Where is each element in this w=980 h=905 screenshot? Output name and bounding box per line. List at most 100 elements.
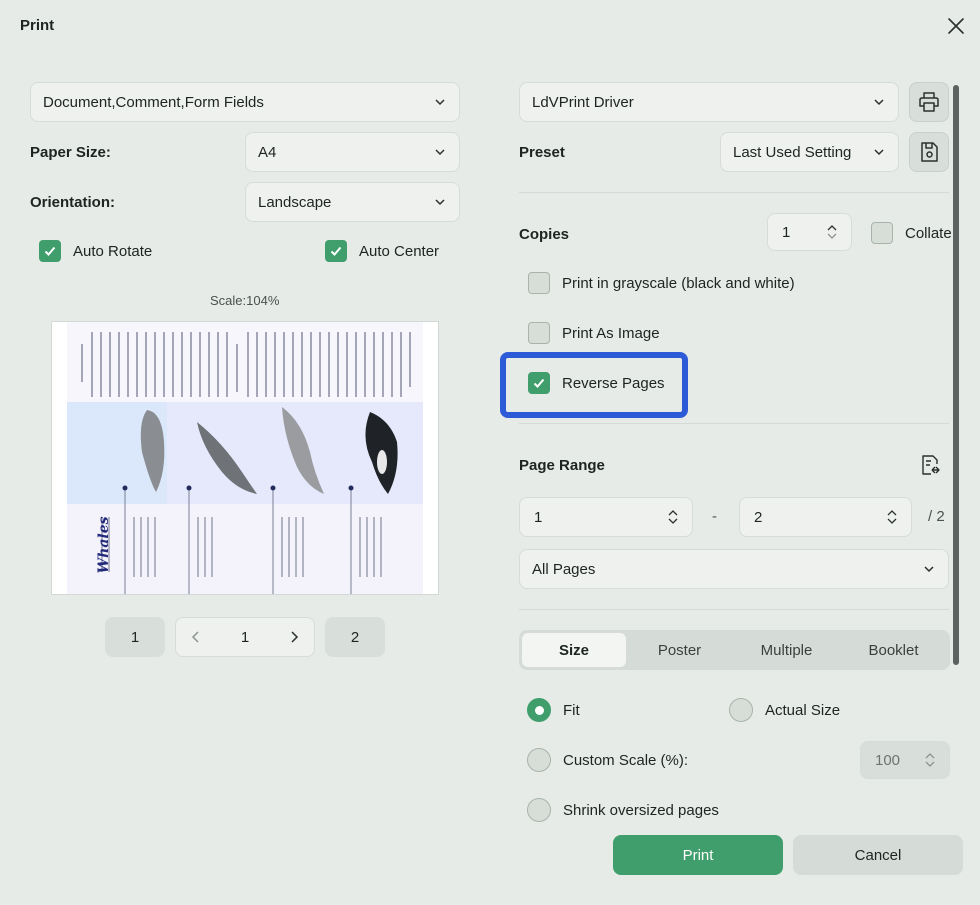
chevron-down-icon <box>924 566 934 573</box>
focus-highlight <box>500 352 688 418</box>
pages-select[interactable]: All Pages <box>519 549 949 589</box>
chevron-down-icon[interactable] <box>668 518 678 525</box>
page-navigator: 1 <box>175 617 315 657</box>
range-from-stepper[interactable]: 1 <box>519 497 693 537</box>
fit-radio[interactable]: Fit <box>527 698 580 722</box>
printer-select[interactable]: LdVPrint Driver <box>519 82 899 122</box>
close-button[interactable] <box>941 11 971 41</box>
page-range-button[interactable] <box>912 447 948 483</box>
save-preset-button[interactable] <box>909 132 949 172</box>
radio-circle <box>527 798 551 822</box>
chevron-down-icon[interactable] <box>827 233 837 240</box>
shrink-radio[interactable]: Shrink oversized pages <box>527 798 719 822</box>
actual-size-radio[interactable]: Actual Size <box>729 698 840 722</box>
range-to-value: 2 <box>754 508 763 526</box>
cancel-button[interactable]: Cancel <box>793 835 963 875</box>
custom-scale-radio[interactable]: Custom Scale (%): <box>527 748 688 772</box>
checkbox-box <box>528 322 550 344</box>
fit-label: Fit <box>563 701 580 719</box>
scrollbar-thumb[interactable] <box>953 85 959 665</box>
orientation-value: Landscape <box>258 193 332 211</box>
first-page-button[interactable]: 1 <box>105 617 165 657</box>
preset-value: Last Used Setting <box>733 143 852 161</box>
checkbox-box <box>528 272 550 294</box>
grayscale-label: Print in grayscale (black and white) <box>562 274 795 292</box>
chevron-down-icon <box>435 99 445 106</box>
preset-select[interactable]: Last Used Setting <box>720 132 899 172</box>
tab-multiple[interactable]: Multiple <box>733 633 840 667</box>
close-icon <box>948 18 964 34</box>
radio-circle <box>527 748 551 772</box>
copies-value: 1 <box>782 223 791 241</box>
chevron-down-icon <box>874 149 884 156</box>
scale-text: Scale:104% <box>210 293 280 308</box>
radio-circle <box>729 698 753 722</box>
tab-poster[interactable]: Poster <box>626 633 733 667</box>
tab-size[interactable]: Size <box>522 633 626 667</box>
printer-properties-button[interactable] <box>909 82 949 122</box>
checkmark-icon <box>330 246 342 256</box>
auto-rotate-label: Auto Rotate <box>73 242 153 260</box>
title-bar: Print <box>0 0 980 50</box>
chevron-down-icon[interactable] <box>925 761 935 768</box>
chevron-up-icon[interactable] <box>668 509 678 516</box>
shrink-label: Shrink oversized pages <box>563 801 719 819</box>
paper-size-select[interactable]: A4 <box>245 132 460 172</box>
content-select[interactable]: Document,Comment,Form Fields <box>30 82 460 122</box>
pages-select-value: All Pages <box>532 560 596 578</box>
radio-circle <box>527 698 551 722</box>
last-page-button[interactable]: 2 <box>325 617 385 657</box>
custom-scale-stepper[interactable]: 100 <box>860 741 950 779</box>
print-preview: Whales <box>51 321 439 595</box>
actual-size-label: Actual Size <box>765 701 841 719</box>
grayscale-checkbox[interactable]: Print in grayscale (black and white) <box>528 272 795 294</box>
range-total: / 2 <box>928 508 945 525</box>
custom-scale-label: Custom Scale (%): <box>563 751 689 769</box>
page-range-icon <box>922 455 940 475</box>
copies-stepper[interactable]: 1 <box>767 213 852 251</box>
chevron-down-icon[interactable] <box>887 518 897 525</box>
chevron-up-icon[interactable] <box>925 752 935 759</box>
preview-heading: Whales <box>96 516 112 574</box>
checkmark-icon <box>44 246 56 256</box>
preset-label: Preset <box>519 144 565 161</box>
stepper-arrows <box>887 509 897 525</box>
window-title: Print <box>20 17 55 34</box>
chevron-down-icon <box>435 149 445 156</box>
checkbox-box <box>325 240 347 262</box>
range-from-value: 1 <box>534 508 543 526</box>
range-to-stepper[interactable]: 2 <box>739 497 912 537</box>
page-range-label: Page Range <box>519 457 605 474</box>
stepper-arrows <box>827 224 837 240</box>
chevron-left-icon[interactable] <box>188 629 204 645</box>
auto-rotate-checkbox[interactable]: Auto Rotate <box>39 240 152 262</box>
printer-value: LdVPrint Driver <box>532 93 634 111</box>
content-select-value: Document,Comment,Form Fields <box>43 93 264 111</box>
divider <box>519 423 949 424</box>
stepper-arrows <box>925 752 935 768</box>
print-as-image-checkbox[interactable]: Print As Image <box>528 322 660 344</box>
tab-booklet[interactable]: Booklet <box>840 633 947 667</box>
copies-label: Copies <box>519 226 570 243</box>
printer-icon <box>919 92 939 112</box>
checkbox-box <box>871 222 893 244</box>
chevron-up-icon[interactable] <box>887 509 897 516</box>
auto-center-label: Auto Center <box>359 242 440 260</box>
divider <box>519 609 949 610</box>
auto-center-checkbox[interactable]: Auto Center <box>325 240 439 262</box>
layout-tabs: Size Poster Multiple Booklet <box>519 630 950 670</box>
chevron-up-icon[interactable] <box>827 224 837 231</box>
chevron-down-icon <box>874 99 884 106</box>
checkbox-box <box>39 240 61 262</box>
orientation-select[interactable]: Landscape <box>245 182 460 222</box>
chevron-down-icon <box>435 199 445 206</box>
orientation-label: Orientation: <box>30 194 115 211</box>
collate-checkbox[interactable]: Collate <box>871 222 952 244</box>
current-page: 1 <box>240 628 250 646</box>
print-button[interactable]: Print <box>613 835 783 875</box>
range-dash: - <box>712 508 717 525</box>
paper-size-value: A4 <box>258 143 277 161</box>
chevron-right-icon[interactable] <box>286 629 302 645</box>
divider <box>519 192 949 193</box>
print-as-image-label: Print As Image <box>562 324 660 342</box>
